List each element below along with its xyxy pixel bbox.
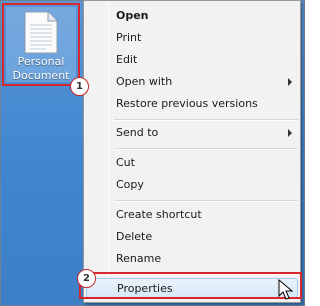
menu-separator (114, 200, 298, 202)
menu-item-open-with-label: Open with (116, 75, 173, 88)
menu-item-edit[interactable]: Edit (86, 50, 298, 70)
menu-item-print-label: Print (116, 31, 142, 44)
menu-item-cut[interactable]: Cut (86, 153, 298, 173)
menu-item-restore-previous-versions[interactable]: Restore previous versions (86, 94, 298, 114)
menu-item-print[interactable]: Print (86, 28, 298, 48)
submenu-arrow-icon (288, 129, 292, 137)
step-badge-1: 1 (70, 77, 89, 96)
menu-item-delete[interactable]: Delete (86, 227, 298, 247)
menu-item-cut-label: Cut (116, 156, 135, 169)
document-icon (24, 11, 58, 54)
menu-item-create-shortcut[interactable]: Create shortcut (86, 205, 298, 225)
file-name-label: Personal Document (4, 55, 78, 83)
menu-item-open[interactable]: Open (86, 6, 298, 26)
menu-item-send-to[interactable]: Send to (86, 123, 298, 143)
menu-item-create-shortcut-label: Create shortcut (116, 208, 202, 221)
file-name-line-2: Document (12, 69, 70, 82)
menu-separator (114, 148, 298, 150)
properties-callout-box (79, 272, 302, 299)
menu-item-copy[interactable]: Copy (86, 175, 298, 195)
personal-document-file[interactable]: Personal Document (2, 3, 80, 86)
menu-item-edit-label: Edit (116, 53, 138, 66)
context-menu: Open Print Edit Open with Restore previo… (83, 0, 301, 303)
menu-item-restore-label: Restore previous versions (116, 97, 258, 110)
mouse-pointer-icon (278, 279, 294, 300)
menu-item-open-with[interactable]: Open with (86, 72, 298, 92)
submenu-arrow-icon (288, 78, 292, 86)
step-badge-2: 2 (77, 269, 96, 288)
menu-separator (114, 119, 298, 121)
menu-item-send-to-label: Send to (116, 126, 159, 139)
menu-item-open-label: Open (116, 9, 149, 22)
file-name-line-1: Personal (17, 55, 65, 68)
menu-item-rename[interactable]: Rename (86, 249, 298, 269)
menu-item-delete-label: Delete (116, 230, 153, 243)
menu-item-rename-label: Rename (116, 252, 162, 265)
menu-item-copy-label: Copy (116, 178, 144, 191)
